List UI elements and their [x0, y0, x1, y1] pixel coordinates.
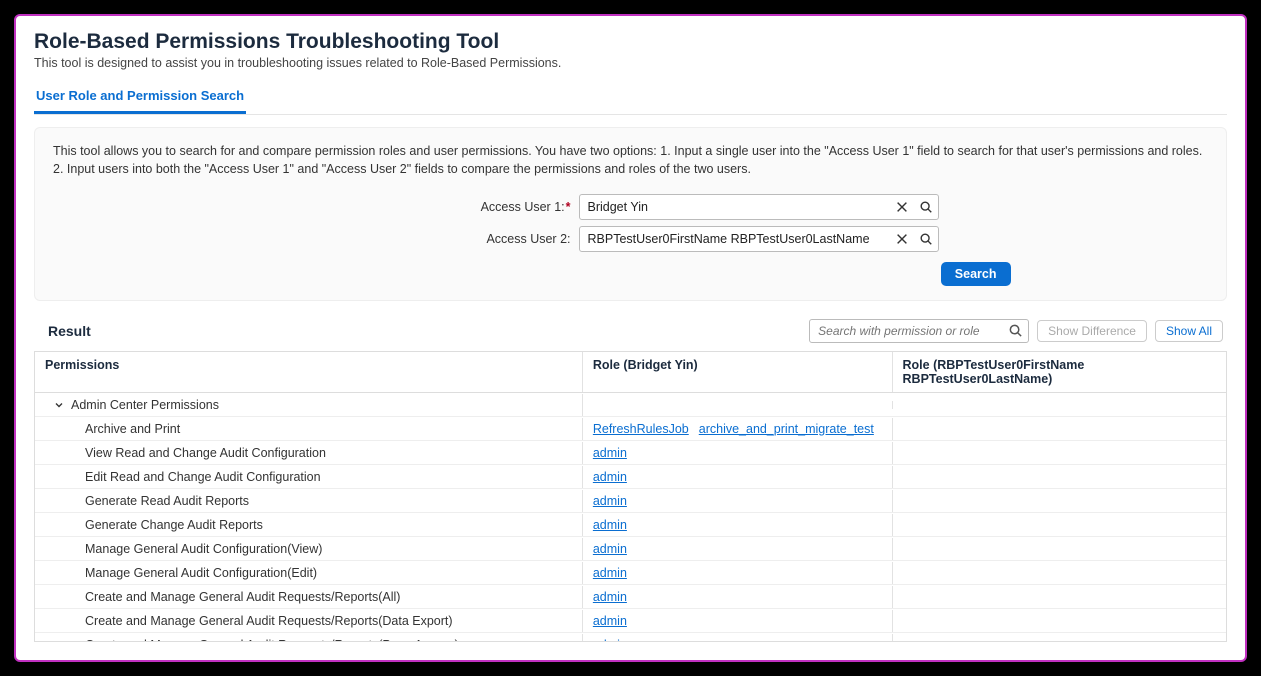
access-user-1-input[interactable]: [579, 194, 939, 220]
permission-name: Create and Manage General Audit Requests…: [35, 586, 583, 608]
table-header: Permissions Role (Bridget Yin) Role (RBP…: [35, 351, 1226, 393]
table-row: Create and Manage General Audit Requests…: [35, 585, 1226, 609]
table-row: Generate Read Audit Reports admin: [35, 489, 1226, 513]
role-link[interactable]: admin: [593, 470, 627, 484]
col-role-1: Role (Bridget Yin): [583, 352, 893, 392]
table-row: Manage General Audit Configuration(Edit)…: [35, 561, 1226, 585]
table-row: Create and Manage General Audit Requests…: [35, 609, 1226, 633]
role-link[interactable]: admin: [593, 638, 627, 642]
search-icon[interactable]: [1008, 323, 1023, 338]
table-row: Archive and Print RefreshRulesJob archive_…: [35, 417, 1226, 441]
access-user-1-label: Access User 1:*: [251, 200, 571, 214]
role-link[interactable]: admin: [593, 590, 627, 604]
access-user-2-row: Access User 2:: [251, 226, 1011, 252]
page-title: Role-Based Permissions Troubleshooting T…: [34, 30, 1227, 54]
clear-icon[interactable]: [893, 230, 911, 248]
permission-name: Manage General Audit Configuration(View): [35, 538, 583, 560]
app-frame: Role-Based Permissions Troubleshooting T…: [14, 14, 1247, 662]
table-row: Edit Read and Change Audit Configuration…: [35, 465, 1226, 489]
role-link[interactable]: admin: [593, 518, 627, 532]
table-body[interactable]: Admin Center Permissions Archive and Prin…: [35, 393, 1226, 642]
clear-icon[interactable]: [893, 198, 911, 216]
role-link[interactable]: admin: [593, 446, 627, 460]
required-marker: *: [566, 200, 571, 214]
group-row[interactable]: Admin Center Permissions: [35, 393, 1226, 417]
page-subtitle: This tool is designed to assist you in t…: [34, 56, 1227, 70]
col-permissions: Permissions: [35, 352, 583, 392]
role-link[interactable]: admin: [593, 542, 627, 556]
table-row: View Read and Change Audit Configuration…: [35, 441, 1226, 465]
table-row: Create and Manage General Audit Requests…: [35, 633, 1226, 642]
table-row: Generate Change Audit Reports admin: [35, 513, 1226, 537]
access-user-2-input[interactable]: [579, 226, 939, 252]
search-icon[interactable]: [917, 198, 935, 216]
permission-name: Generate Change Audit Reports: [35, 514, 583, 536]
col-role-2: Role (RBPTestUser0FirstName RBPTestUser0…: [893, 352, 1226, 392]
group-label: Admin Center Permissions: [71, 398, 219, 412]
show-difference-button[interactable]: Show Difference: [1037, 320, 1147, 342]
result-area: Result Show Difference Show All Permissi…: [34, 319, 1227, 642]
page-header: Role-Based Permissions Troubleshooting T…: [34, 30, 1227, 70]
role-link[interactable]: admin: [593, 494, 627, 508]
access-user-2-label: Access User 2:: [251, 232, 571, 246]
role-link[interactable]: archive_and_print_migrate_test: [699, 422, 874, 436]
access-user-1-row: Access User 1:*: [251, 194, 1011, 220]
help-text: This tool allows you to search for and c…: [53, 142, 1208, 178]
permission-name: Edit Read and Change Audit Configuration: [35, 466, 583, 488]
chevron-down-icon[interactable]: [53, 399, 65, 411]
permission-name: Create and Manage General Audit Requests…: [35, 634, 583, 642]
show-all-button[interactable]: Show All: [1155, 320, 1223, 342]
search-form: Access User 1:*: [53, 188, 1208, 286]
permission-name: Create and Manage General Audit Requests…: [35, 610, 583, 632]
result-search-input[interactable]: [809, 319, 1029, 343]
role-link[interactable]: admin: [593, 614, 627, 628]
tab-bar: User Role and Permission Search: [34, 82, 1227, 115]
result-table: Permissions Role (Bridget Yin) Role (RBP…: [34, 351, 1227, 642]
search-button[interactable]: Search: [941, 262, 1011, 286]
role-link[interactable]: RefreshRulesJob: [593, 422, 689, 436]
permission-name: Archive and Print: [35, 418, 583, 440]
role-link[interactable]: admin: [593, 566, 627, 580]
permission-name: View Read and Change Audit Configuration: [35, 442, 583, 464]
permission-name: Generate Read Audit Reports: [35, 490, 583, 512]
search-panel: This tool allows you to search for and c…: [34, 127, 1227, 301]
tab-user-role-permission-search[interactable]: User Role and Permission Search: [34, 82, 246, 114]
result-title: Result: [48, 323, 91, 339]
table-row: Manage General Audit Configuration(View)…: [35, 537, 1226, 561]
permission-name: Manage General Audit Configuration(Edit): [35, 562, 583, 584]
search-icon[interactable]: [917, 230, 935, 248]
